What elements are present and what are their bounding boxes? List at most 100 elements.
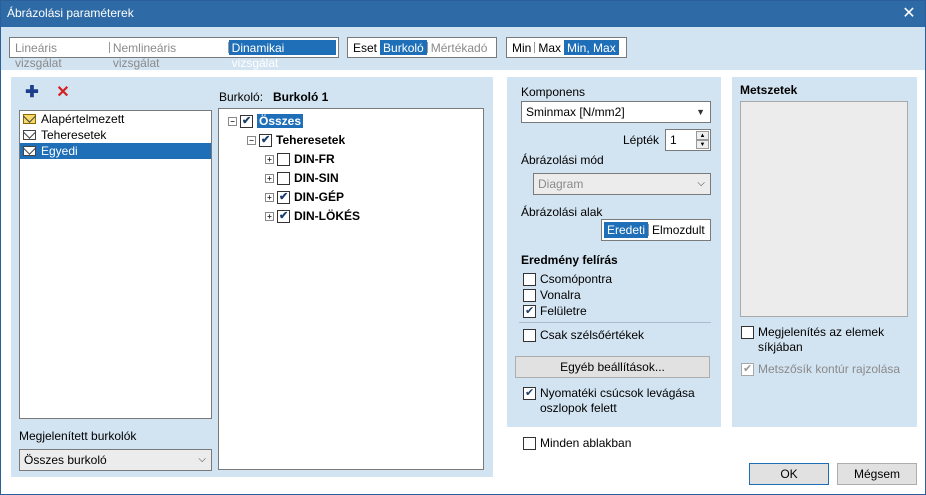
tab-case[interactable]: Eset xyxy=(350,40,380,55)
dialog-window: Ábrázolási paraméterek ✕ Lineáris vizsgá… xyxy=(0,0,926,495)
scale-stepper[interactable]: 1 ▲ ▼ xyxy=(665,129,711,151)
tab-nonlinear-analysis[interactable]: Nemlineáris vizsgálat xyxy=(110,40,228,70)
button-label: OK xyxy=(780,467,798,481)
dropdown-value: Sminmax [N/mm2] xyxy=(526,105,625,119)
tree-node-din-gep[interactable]: + DIN-GÉP xyxy=(265,189,344,205)
envelope-category-list: Alapértelmezett Teheresetek Egyedi xyxy=(19,110,212,419)
list-item-label: Egyedi xyxy=(41,144,78,158)
envelope-icon xyxy=(23,130,36,140)
shape-displaced[interactable]: Elmozdult xyxy=(649,222,708,238)
node-label-checkbox[interactable]: Csomópontra xyxy=(523,272,612,286)
checkbox[interactable] xyxy=(523,437,536,450)
analysis-selector: Lineáris vizsgálat Nemlineáris vizsgálat… xyxy=(9,37,339,70)
tree-node-label: DIN-LÖKÉS xyxy=(294,209,360,223)
tree-checkbox[interactable] xyxy=(277,209,290,223)
tree-checkbox[interactable] xyxy=(240,114,253,128)
tab-governing[interactable]: Mértékadó xyxy=(428,40,491,55)
tree-node-label: DIN-GÉP xyxy=(294,190,345,204)
shape-original[interactable]: Eredeti xyxy=(604,222,649,238)
shape-selector: Eredeti Elmozdult xyxy=(601,219,711,241)
tab-linear-analysis[interactable]: Lineáris vizsgálat xyxy=(12,40,109,70)
checkbox-label: Nyomatéki csúcsok levágása oszlopok fele… xyxy=(540,386,695,415)
checkbox[interactable] xyxy=(523,387,536,400)
tree-node-din-lokes[interactable]: + DIN-LÖKÉS xyxy=(265,208,360,224)
list-item-default[interactable]: Alapértelmezett xyxy=(20,111,211,127)
tree-node-label: DIN-SIN xyxy=(294,171,339,185)
list-item-load-cases[interactable]: Teheresetek xyxy=(20,127,211,143)
checkbox[interactable] xyxy=(523,289,536,302)
tree-checkbox[interactable] xyxy=(277,152,290,166)
scale-label: Lépték xyxy=(623,133,660,147)
sections-heading: Metszetek xyxy=(740,83,798,97)
tree-node-din-fr[interactable]: + DIN-FR xyxy=(265,151,335,167)
surface-label-checkbox[interactable]: Felületre xyxy=(523,304,587,318)
in-plane-checkbox[interactable]: Megjelenítés az elemek síkjában xyxy=(741,325,911,355)
checkbox[interactable] xyxy=(741,326,754,339)
dropdown-arrow-icon: ▼ xyxy=(696,107,705,117)
checkbox-label: Megjelenítés az elemek síkjában xyxy=(758,325,885,354)
moment-cut-checkbox[interactable]: Nyomatéki csúcsok levágása oszlopok fele… xyxy=(523,386,713,416)
other-settings-button[interactable]: Egyéb beállítások... xyxy=(515,356,710,378)
tree-node-group[interactable]: − Teheresetek xyxy=(247,132,345,148)
spin-down-icon[interactable]: ▼ xyxy=(696,140,709,149)
title-bar: Ábrázolási paraméterek ✕ xyxy=(1,1,925,27)
list-item-label: Alapértelmezett xyxy=(41,112,125,126)
checkbox-label: Vonalra xyxy=(540,288,581,302)
display-mode-dropdown[interactable]: Diagram ⌵ xyxy=(533,173,711,195)
list-item-custom[interactable]: Egyedi xyxy=(20,143,211,159)
collapse-icon[interactable]: − xyxy=(228,116,237,126)
mode-selector: Eset Burkoló Mértékadó xyxy=(347,37,497,58)
minmax-selector: Min Max Min, Max xyxy=(506,37,627,58)
sections-list[interactable] xyxy=(740,101,908,317)
component-dropdown[interactable]: Sminmax [N/mm2] ▼ xyxy=(521,101,711,123)
expand-icon[interactable]: + xyxy=(265,192,274,202)
tree-node-root[interactable]: − Összes xyxy=(228,113,304,129)
checkbox-label: Metszősík kontúr rajzolása xyxy=(758,362,901,376)
tab-min[interactable]: Min xyxy=(509,40,534,55)
tree-checkbox[interactable] xyxy=(277,171,290,185)
checkbox-label: Minden ablakban xyxy=(540,436,632,450)
tree-checkbox[interactable] xyxy=(277,190,290,204)
delete-icon[interactable]: ✕ xyxy=(54,82,72,101)
tree-checkbox[interactable] xyxy=(259,133,272,147)
list-item-label: Teheresetek xyxy=(41,128,107,142)
extremes-only-checkbox[interactable]: Csak szélsőértékek xyxy=(523,328,644,342)
cancel-button[interactable]: Mégsem xyxy=(837,463,917,485)
tab-dynamic-analysis[interactable]: Dinamikai vizsgálat xyxy=(228,40,336,70)
checkbox-label: Csomópontra xyxy=(540,272,613,286)
tree-node-label: DIN-FR xyxy=(294,152,335,166)
checkbox[interactable] xyxy=(523,329,536,342)
checkbox xyxy=(741,363,754,376)
divider xyxy=(519,322,711,323)
close-icon[interactable]: ✕ xyxy=(899,4,919,24)
tab-max[interactable]: Max xyxy=(535,40,564,55)
checkbox[interactable] xyxy=(523,273,536,286)
result-heading: Eredmény felírás xyxy=(521,253,618,267)
chevron-down-icon: ⌵ xyxy=(697,178,705,189)
shape-label: Ábrázolási alak xyxy=(521,205,603,219)
all-windows-checkbox[interactable]: Minden ablakban xyxy=(523,436,631,450)
add-icon[interactable]: ✚ xyxy=(23,82,41,101)
tree-node-label: Összes xyxy=(257,114,304,128)
displayed-envelopes-dropdown[interactable]: Összes burkoló ⌵ xyxy=(19,449,212,471)
display-settings-panel: Komponens Sminmax [N/mm2] ▼ Lépték 1 ▲ ▼… xyxy=(507,77,721,427)
ok-button[interactable]: OK xyxy=(749,463,829,485)
tab-min-max[interactable]: Min, Max xyxy=(564,40,619,55)
tab-envelope[interactable]: Burkoló xyxy=(380,40,427,55)
spin-up-icon[interactable]: ▲ xyxy=(696,131,709,140)
contour-checkbox: Metszősík kontúr rajzolása xyxy=(741,362,911,377)
button-label: Egyéb beállítások... xyxy=(560,360,665,374)
checkbox[interactable] xyxy=(523,305,536,318)
line-label-checkbox[interactable]: Vonalra xyxy=(523,288,581,302)
dropdown-value: Összes burkoló xyxy=(24,453,107,467)
dropdown-value: Diagram xyxy=(538,177,584,191)
expand-icon[interactable]: + xyxy=(265,154,274,164)
envelope-name: Burkoló 1 xyxy=(273,90,329,104)
tree-node-din-sin[interactable]: + DIN-SIN xyxy=(265,170,339,186)
envelope-panel: ✚ ✕ Alapértelmezett Teheresetek Egyedi M… xyxy=(11,77,493,477)
expand-icon[interactable]: + xyxy=(265,211,274,221)
collapse-icon[interactable]: − xyxy=(247,135,256,145)
expand-icon[interactable]: + xyxy=(265,173,274,183)
tree-node-label: Teheresetek xyxy=(276,133,346,147)
envelope-icon xyxy=(23,146,36,156)
